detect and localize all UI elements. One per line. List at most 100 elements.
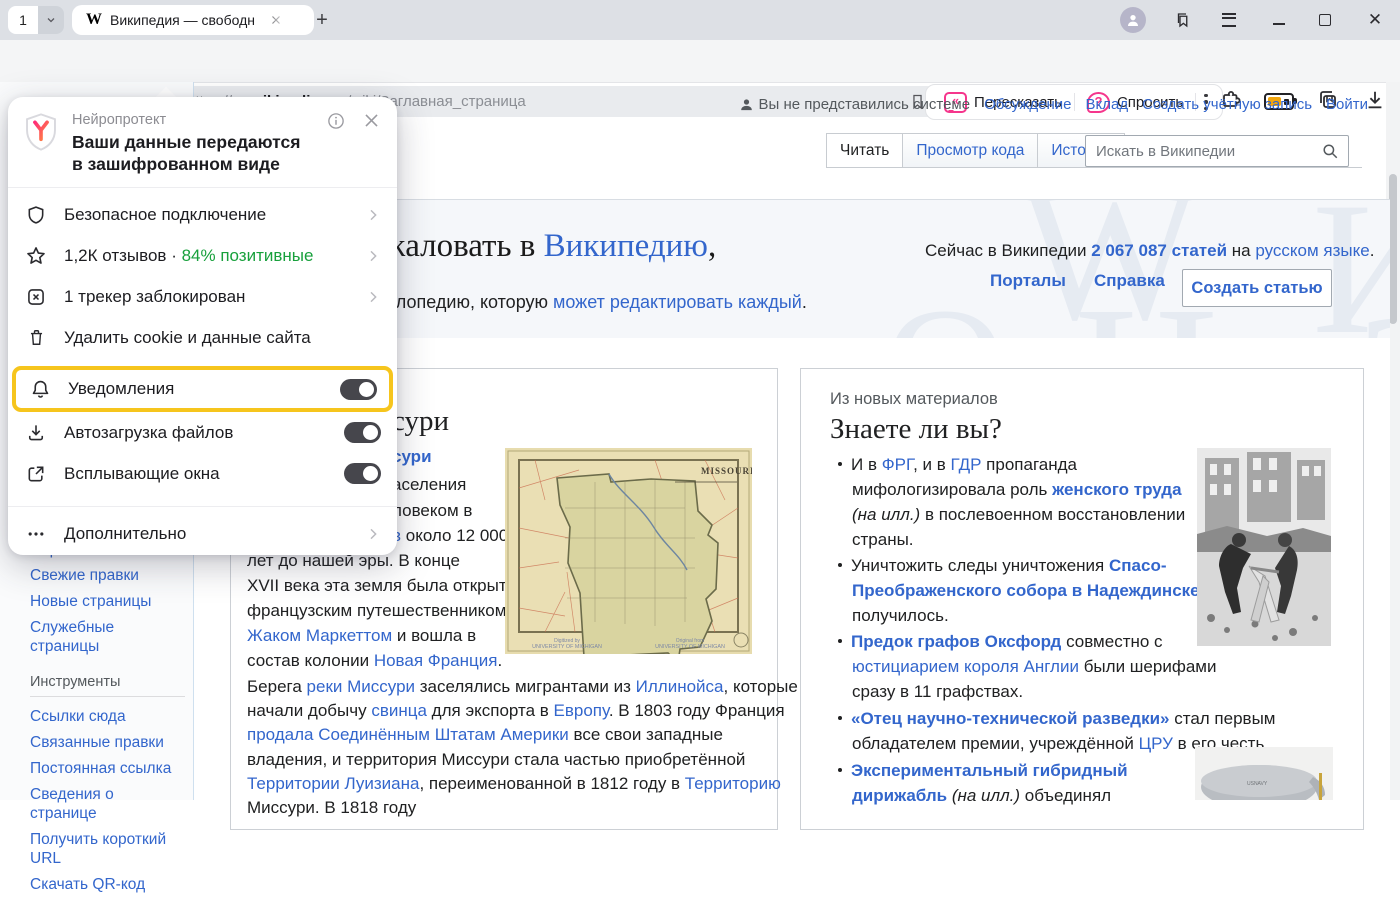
highlight-frame: Уведомления: [12, 366, 393, 412]
restore-window-button[interactable]: [1310, 7, 1340, 33]
text-segment: французским путешественником: [247, 601, 506, 620]
text-segment: Из новых материалов: [830, 390, 998, 408]
text-line: получилось.: [852, 606, 949, 626]
wiki-link[interactable]: женского труда: [1052, 480, 1181, 499]
airship-photo[interactable]: USNAVY: [1195, 747, 1333, 800]
bookmarks-icon: [1174, 11, 1192, 29]
sidebar-link[interactable]: Скачать QR-код: [30, 875, 180, 894]
wiki-link[interactable]: Европу: [554, 701, 609, 720]
help-link[interactable]: Справка: [1094, 271, 1165, 291]
wiki-link[interactable]: 2 067 087 статей: [1091, 241, 1227, 260]
new-tab-button[interactable]: +: [306, 5, 338, 35]
sidebar-link[interactable]: Ссылки сюда: [30, 707, 180, 726]
text-line: аселения: [392, 475, 466, 495]
popup-item-label: Дополнительно: [64, 524, 365, 544]
wiki-link[interactable]: Википедию: [544, 228, 708, 264]
portals-link[interactable]: Порталы: [990, 271, 1066, 291]
tab-counter-button[interactable]: 1: [8, 6, 38, 34]
wiki-link[interactable]: ФРГ: [882, 455, 913, 474]
sidebar-link[interactable]: Постоянная ссылка: [30, 759, 180, 778]
wiki-link[interactable]: Новая Франция: [374, 651, 498, 670]
wiki-link[interactable]: ЦРУ: [1139, 734, 1173, 753]
bookmarks-panel-button[interactable]: [1168, 7, 1198, 33]
popup-item-tracker[interactable]: 1 трекер заблокирован: [8, 276, 397, 317]
wiki-link[interactable]: Спасо-: [1109, 556, 1167, 575]
rubble-women-photo[interactable]: [1197, 448, 1331, 646]
wiki-link[interactable]: ГДР: [951, 455, 982, 474]
personal-link[interactable]: Войти: [1326, 96, 1368, 113]
popup-item-shield[interactable]: Безопасное подключение: [8, 194, 397, 235]
user-icon: [739, 97, 754, 112]
sidebar-link[interactable]: Свежие правки: [30, 566, 180, 585]
personal-link[interactable]: Вклад: [1085, 96, 1128, 113]
scrollbar-thumb[interactable]: [1389, 174, 1397, 324]
popup-item-more[interactable]: Дополнительно: [8, 513, 397, 554]
popup-item-download[interactable]: Автозагрузка файлов: [8, 412, 397, 453]
text-segment: , и в: [913, 455, 950, 474]
toggle-bell[interactable]: [340, 379, 377, 400]
text-segment: пропаганда: [981, 455, 1077, 474]
wiki-tab-read[interactable]: Читать: [826, 133, 902, 168]
wiki-link[interactable]: Преображенского собора в Надеждинске: [852, 581, 1200, 600]
wiki-link[interactable]: свинца: [371, 701, 427, 720]
wiki-search-box[interactable]: [1085, 135, 1349, 167]
wiki-link[interactable]: может редактировать каждый: [553, 292, 802, 312]
wiki-link[interactable]: реки Миссури: [307, 677, 415, 696]
sidebar-link[interactable]: Получить короткий URL: [30, 830, 180, 868]
text-segment: обладателем премии, учреждённой: [852, 734, 1139, 753]
text-line: Экспериментальный гибридный: [838, 761, 1128, 781]
shield-icon: [24, 204, 48, 226]
popup-item-star[interactable]: 1,2К отзывов · 84% позитивные: [8, 235, 397, 276]
browser-tab-wikipedia[interactable]: W Википедия — свободн: [72, 5, 314, 35]
popup-item-bell[interactable]: Уведомления: [16, 370, 389, 408]
wiki-link[interactable]: Предок графов Оксфорд: [851, 632, 1061, 651]
text-segment: аселения: [392, 475, 466, 494]
profile-avatar[interactable]: [1120, 7, 1146, 33]
text-segment: на: [1227, 241, 1255, 260]
popup-item-trash[interactable]: Удалить cookie и данные сайта: [8, 317, 397, 358]
text-line: XVII века эта земля была открыта: [247, 576, 516, 596]
minimize-button[interactable]: [1264, 7, 1294, 33]
chevron-right-icon: [365, 207, 381, 223]
close-icon[interactable]: [362, 111, 381, 130]
wiki-link[interactable]: Экспериментальный гибридный: [851, 761, 1128, 780]
wiki-link[interactable]: юстициарием короля Англии: [852, 657, 1079, 676]
chevron-right-icon: [365, 289, 381, 305]
text-segment: (на илл.): [852, 505, 920, 524]
search-icon[interactable]: [1321, 142, 1339, 160]
wiki-link[interactable]: русском языке: [1255, 241, 1369, 260]
text-segment: заселялись мигрантами из: [415, 677, 636, 696]
sidebar-link[interactable]: Служебные страницы: [30, 618, 180, 656]
browser-menu-button[interactable]: [1214, 7, 1244, 33]
wiki-tab-other[interactable]: Просмотр кода: [902, 133, 1037, 168]
text-line: Территории Луизиана, переименованной в 1…: [247, 774, 781, 794]
missouri-map-image[interactable]: MISSOURI Digitized by UNIVERSITY OF MICH…: [505, 448, 752, 654]
tab-list-chevron-button[interactable]: [38, 6, 64, 34]
popup-item-label: 1,2К отзывов · 84% позитивные: [64, 246, 365, 266]
wiki-link[interactable]: Территорию: [685, 774, 781, 793]
toggle-popup-window[interactable]: [344, 463, 381, 484]
wiki-link[interactable]: дирижабль: [852, 786, 947, 805]
sidebar-link[interactable]: Новые страницы: [30, 592, 180, 611]
text-line: Уничтожить следы уничтожения Спасо-: [838, 556, 1166, 576]
sidebar-link[interactable]: Связанные правки: [30, 733, 180, 752]
wiki-link[interactable]: «Отец научно-технической разведки»: [851, 709, 1170, 728]
wiki-link[interactable]: сури: [392, 447, 432, 466]
close-window-button[interactable]: ✕: [1360, 7, 1390, 33]
wiki-link[interactable]: Иллинойса: [636, 677, 724, 696]
toggle-download[interactable]: [344, 422, 381, 443]
personal-link[interactable]: Создать учётную запись: [1142, 96, 1312, 113]
wiki-link[interactable]: Территории Луизиана: [247, 774, 419, 793]
personal-link[interactable]: Обсуждение: [984, 96, 1071, 113]
create-article-button[interactable]: Создать статью: [1182, 269, 1332, 307]
popup-item-label: Безопасное подключение: [64, 205, 365, 225]
popup-item-popup-window[interactable]: Всплывающие окна: [8, 453, 397, 494]
wiki-search-input[interactable]: [1086, 143, 1321, 160]
info-icon[interactable]: [327, 112, 345, 130]
popup-item-label: Удалить cookie и данные сайта: [64, 328, 381, 348]
sidebar-link[interactable]: Сведения о странице: [30, 785, 180, 823]
wiki-link[interactable]: Жаком Маркеттом: [247, 626, 392, 645]
text-line: (на илл.) в послевоенном восстановлении: [852, 505, 1185, 525]
wiki-link[interactable]: продала Соединённым Штатам Америки: [247, 725, 569, 744]
positive-reviews-value: 84% позитивные: [182, 246, 314, 265]
